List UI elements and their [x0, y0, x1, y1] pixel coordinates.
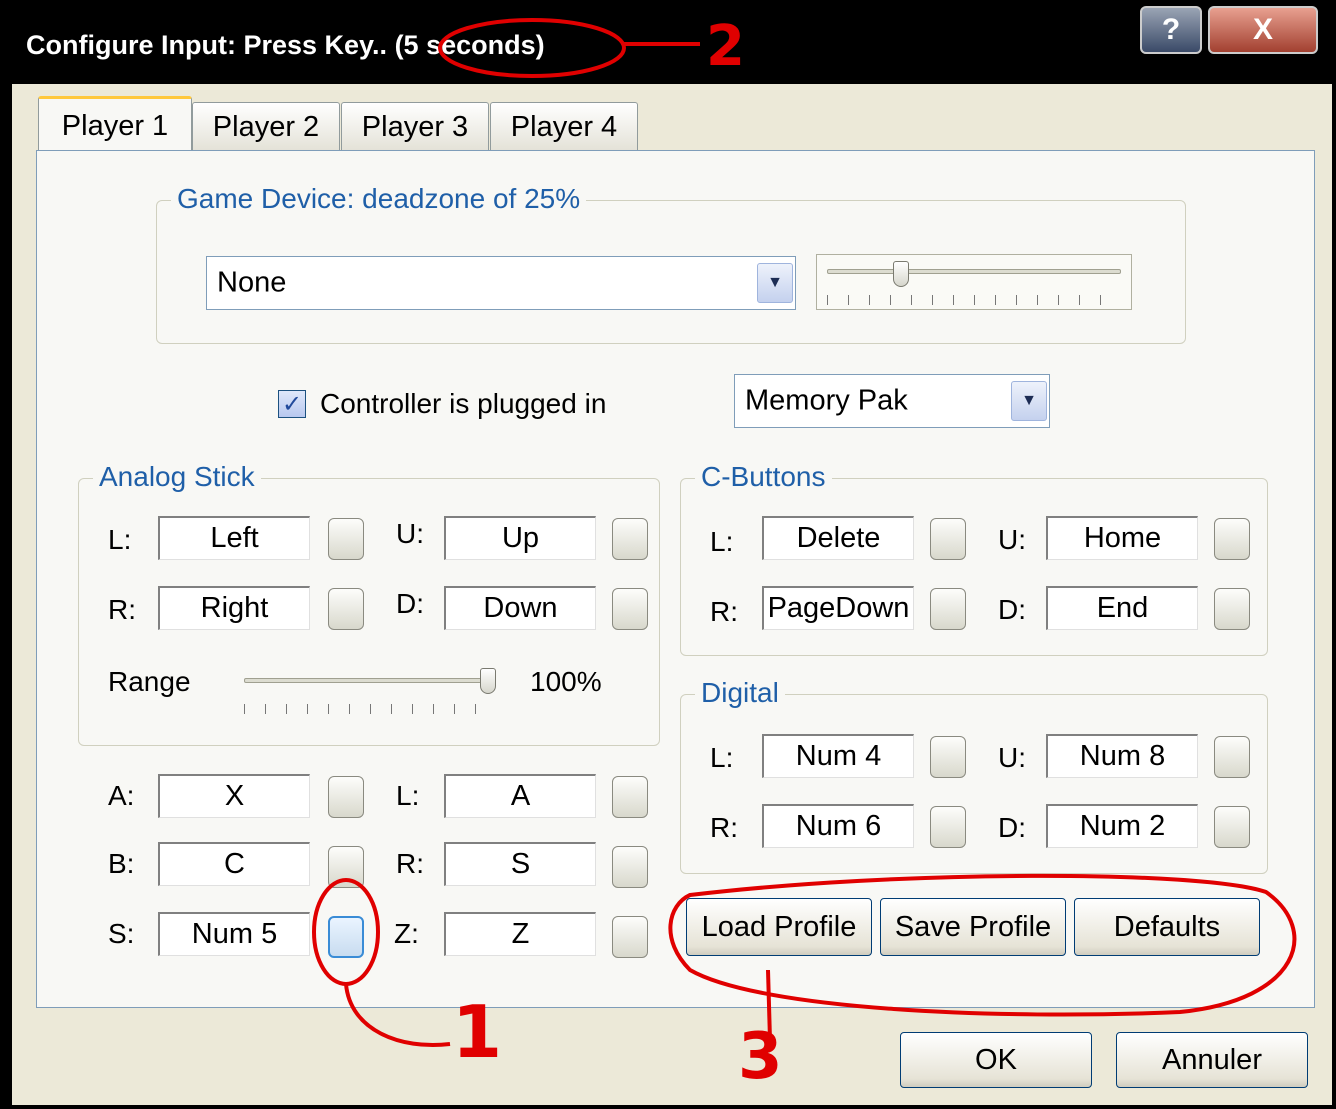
- annotation-overlay: [312, 18, 1297, 1047]
- annotation-circle-countdown: [438, 18, 626, 78]
- annotation-mark-2: 2: [706, 14, 745, 79]
- annotation-mark-1: 1: [452, 990, 503, 1074]
- annotation-loop-profile-buttons: [668, 873, 1297, 1017]
- annotation-mark-3: 3: [738, 1020, 783, 1094]
- annotation-circle-s-button: [312, 878, 380, 986]
- annotation-line-1: [344, 983, 451, 1047]
